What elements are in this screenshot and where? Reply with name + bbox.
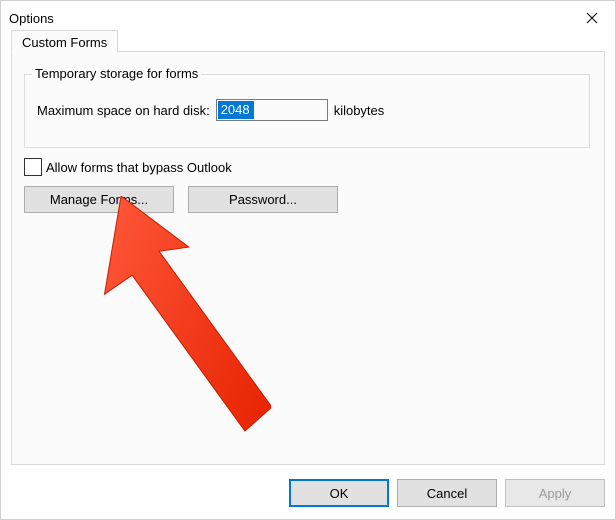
max-space-row: Maximum space on hard disk: 2048 kilobyt… xyxy=(37,99,577,121)
tab-panel: Custom Forms Temporary storage for forms… xyxy=(11,51,605,465)
form-buttons-row: Manage Forms... Password... xyxy=(24,186,338,213)
manage-forms-button[interactable]: Manage Forms... xyxy=(24,186,174,213)
group-legend: Temporary storage for forms xyxy=(32,66,201,81)
bypass-checkbox-label: Allow forms that bypass Outlook xyxy=(46,160,232,175)
group-temporary-storage: Temporary storage for forms Maximum spac… xyxy=(24,74,590,148)
unit-label: kilobytes xyxy=(334,103,385,118)
ok-button[interactable]: OK xyxy=(289,479,389,507)
close-icon xyxy=(586,12,598,24)
tab-custom-forms[interactable]: Custom Forms xyxy=(11,30,118,53)
cancel-button[interactable]: Cancel xyxy=(397,479,497,507)
bypass-checkbox-row: Allow forms that bypass Outlook xyxy=(24,158,232,176)
bypass-checkbox[interactable] xyxy=(24,158,42,176)
max-space-input[interactable]: 2048 xyxy=(216,99,328,121)
max-space-label: Maximum space on hard disk: xyxy=(37,103,210,118)
close-button[interactable] xyxy=(569,1,615,35)
apply-button[interactable]: Apply xyxy=(505,479,605,507)
dialog-footer: OK Cancel Apply xyxy=(289,479,605,507)
window-title: Options xyxy=(9,11,54,26)
password-button[interactable]: Password... xyxy=(188,186,338,213)
